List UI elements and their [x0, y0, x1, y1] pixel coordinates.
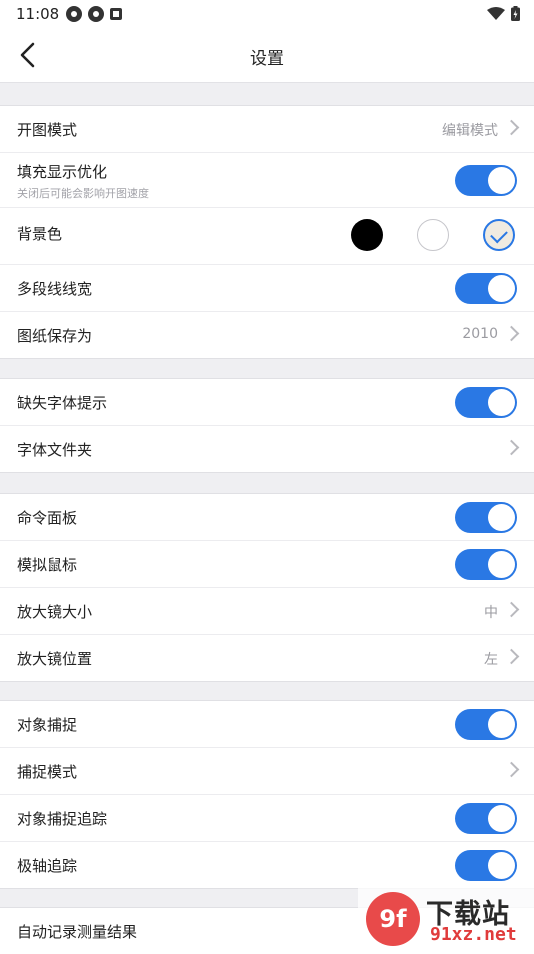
- setting-value: 左: [484, 652, 498, 668]
- setting-missing-font-hint: 缺失字体提示: [0, 379, 534, 426]
- settings-section-fonts: 缺失字体提示 字体文件夹: [0, 378, 534, 473]
- toggle-knob: [488, 551, 515, 578]
- setting-label: 多段线线宽: [17, 280, 93, 298]
- setting-label: 命令面板: [17, 509, 78, 527]
- setting-magnifier-position[interactable]: 放大镜位置 左: [0, 635, 534, 681]
- setting-fill-display: 填充显示优化 关闭后可能会影响开图速度: [0, 153, 534, 208]
- setting-command-panel: 命令面板: [0, 494, 534, 541]
- setting-polar-tracking: 极轴追踪: [0, 842, 534, 888]
- setting-font-folder[interactable]: 字体文件夹: [0, 426, 534, 472]
- setting-label: 字体文件夹: [17, 441, 93, 459]
- setting-label: 背景色: [17, 225, 63, 243]
- nav-bar: 设置: [0, 28, 534, 83]
- toggle-knob: [488, 275, 515, 302]
- settings-section-display: 开图模式 编辑模式 填充显示优化 关闭后可能会影响开图速度 背景色 多段线线宽 …: [0, 105, 534, 359]
- setting-value: 中: [484, 605, 498, 621]
- chevron-right-icon: [503, 119, 520, 136]
- setting-label: 极轴追踪: [17, 857, 78, 875]
- settings-section-input: 命令面板 模拟鼠标 放大镜大小 中 放大镜位置 左: [0, 493, 534, 682]
- setting-label: 放大镜位置: [17, 650, 93, 668]
- setting-label: 对象捕捉: [17, 716, 78, 734]
- setting-sublabel: 关闭后可能会影响开图速度: [17, 187, 149, 200]
- a-notification-icon: [110, 8, 122, 20]
- setting-save-drawing-as[interactable]: 图纸保存为 2010: [0, 312, 534, 358]
- setting-label: 缺失字体提示: [17, 394, 108, 412]
- toggle-knob: [488, 389, 515, 416]
- polar-tracking-toggle[interactable]: [455, 850, 517, 881]
- watermark-badge: 9f: [366, 892, 420, 946]
- chevron-right-icon: [503, 761, 520, 778]
- app-notification-icon: [66, 6, 82, 22]
- watermark-logo: 9f 下载站 91xz.net: [358, 888, 534, 950]
- missing-font-toggle[interactable]: [455, 387, 517, 418]
- setting-magnifier-size[interactable]: 放大镜大小 中: [0, 588, 534, 635]
- toggle-knob: [488, 711, 515, 738]
- object-snap-toggle[interactable]: [455, 709, 517, 740]
- setting-polyline-width: 多段线线宽: [0, 265, 534, 312]
- polyline-width-toggle[interactable]: [455, 273, 517, 304]
- battery-icon: [511, 6, 520, 21]
- setting-label: 填充显示优化: [17, 163, 108, 181]
- setting-value: 编辑模式: [442, 123, 498, 139]
- setting-object-snap: 对象捕捉: [0, 701, 534, 748]
- setting-open-mode[interactable]: 开图模式 编辑模式: [0, 106, 534, 153]
- notification-icons: [66, 6, 122, 22]
- color-swatch-black[interactable]: [351, 219, 383, 251]
- setting-label: 捕捉模式: [17, 763, 78, 781]
- setting-snap-mode[interactable]: 捕捉模式: [0, 748, 534, 795]
- fill-display-toggle[interactable]: [455, 165, 517, 196]
- page-title: 设置: [250, 49, 284, 69]
- setting-label: 图纸保存为: [17, 327, 93, 345]
- status-time: 11:08: [16, 5, 60, 23]
- simulate-mouse-toggle[interactable]: [455, 549, 517, 580]
- status-bar: 11:08: [0, 0, 534, 28]
- setting-label: 放大镜大小: [17, 603, 93, 621]
- watermark-url: 91xz.net: [430, 924, 517, 945]
- toggle-knob: [488, 852, 515, 879]
- setting-object-snap-tracking: 对象捕捉追踪: [0, 795, 534, 842]
- setting-label: 自动记录测量结果: [17, 923, 138, 941]
- color-swatch-beige-selected[interactable]: [483, 219, 515, 251]
- chevron-right-icon: [503, 325, 520, 342]
- setting-value: 2010: [462, 326, 498, 342]
- setting-label: 模拟鼠标: [17, 556, 78, 574]
- command-panel-toggle[interactable]: [455, 502, 517, 533]
- toggle-knob: [488, 504, 515, 531]
- setting-background-color: 背景色: [0, 208, 534, 265]
- toggle-knob: [488, 805, 515, 832]
- color-swatch-white[interactable]: [417, 219, 449, 251]
- system-icons: [487, 6, 520, 21]
- setting-simulate-mouse: 模拟鼠标: [0, 541, 534, 588]
- app-notification-icon-2: [88, 6, 104, 22]
- settings-section-snap: 对象捕捉 捕捉模式 对象捕捉追踪 极轴追踪: [0, 700, 534, 889]
- setting-label: 开图模式: [17, 121, 78, 139]
- wifi-icon: [487, 6, 505, 20]
- chevron-right-icon: [503, 439, 520, 456]
- chevron-right-icon: [503, 601, 520, 618]
- setting-label: 对象捕捉追踪: [17, 810, 108, 828]
- chevron-right-icon: [503, 648, 520, 665]
- toggle-knob: [488, 167, 515, 194]
- snap-tracking-toggle[interactable]: [455, 803, 517, 834]
- checkmark-icon: [490, 225, 508, 244]
